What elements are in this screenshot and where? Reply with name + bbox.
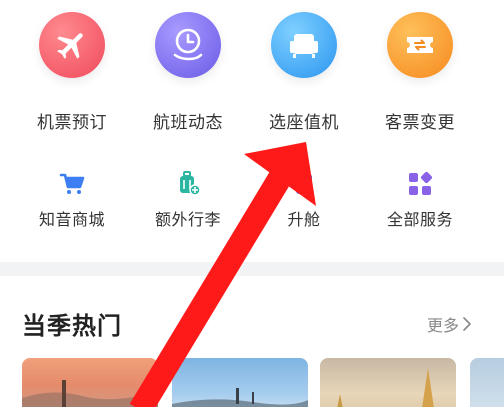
section-title: 当季热门	[22, 312, 122, 340]
sunset-pagoda-image	[22, 380, 158, 407]
service-label: 升舱	[287, 210, 321, 229]
service-label: 客票变更	[385, 113, 455, 133]
service-flight-status[interactable]: 航班动态	[128, 12, 248, 133]
service-seat-checkin[interactable]: 选座值机	[244, 12, 364, 133]
primary-service-row: 机票预订 航班动态 选座值机 客票变更	[0, 12, 504, 133]
service-label: 选座值机	[269, 113, 339, 133]
service-ticket-change[interactable]: 客票变更	[360, 12, 480, 133]
luggage-icon	[180, 171, 201, 196]
service-label: 机票预订	[37, 113, 107, 133]
service-label: 额外行李	[154, 210, 221, 229]
chevron-right-icon	[463, 317, 471, 331]
more-link[interactable]: 更多	[427, 312, 472, 336]
service-label: 航班动态	[153, 113, 223, 133]
golden-temple-image	[337, 368, 434, 407]
service-extra-baggage[interactable]: 额外行李	[128, 166, 248, 236]
lake-town-image	[172, 388, 308, 407]
clock-hand-icon	[155, 12, 221, 78]
upgrade-icon	[296, 174, 312, 194]
service-flight-booking[interactable]: 机票预订	[12, 12, 132, 133]
service-mall[interactable]: 知音商城	[12, 166, 132, 236]
airplane-icon	[39, 12, 105, 78]
ticket-exchange-icon	[387, 12, 453, 78]
destination-card[interactable]	[320, 358, 456, 407]
secondary-service-row: 知音商城 额外行李 升舱 全部服务	[0, 166, 504, 236]
more-label: 更多	[426, 316, 459, 335]
seasonal-hot-section: 当季热门 更多	[0, 276, 504, 407]
destination-card[interactable]	[22, 358, 158, 407]
seat-icon	[271, 12, 337, 78]
service-label: 全部服务	[386, 210, 453, 229]
service-panel: 机票预订 航班动态 选座值机 客票变更 知音商城 额外行李 升舱 全部服务	[0, 0, 504, 262]
service-all[interactable]: 全部服务	[360, 166, 480, 236]
destination-card[interactable]	[470, 358, 504, 407]
section-divider	[0, 262, 504, 276]
service-label: 知音商城	[38, 210, 105, 229]
service-upgrade[interactable]: 升舱	[244, 166, 364, 236]
cart-icon	[59, 173, 85, 194]
grid-icon	[409, 171, 433, 195]
destination-card[interactable]	[172, 358, 308, 407]
